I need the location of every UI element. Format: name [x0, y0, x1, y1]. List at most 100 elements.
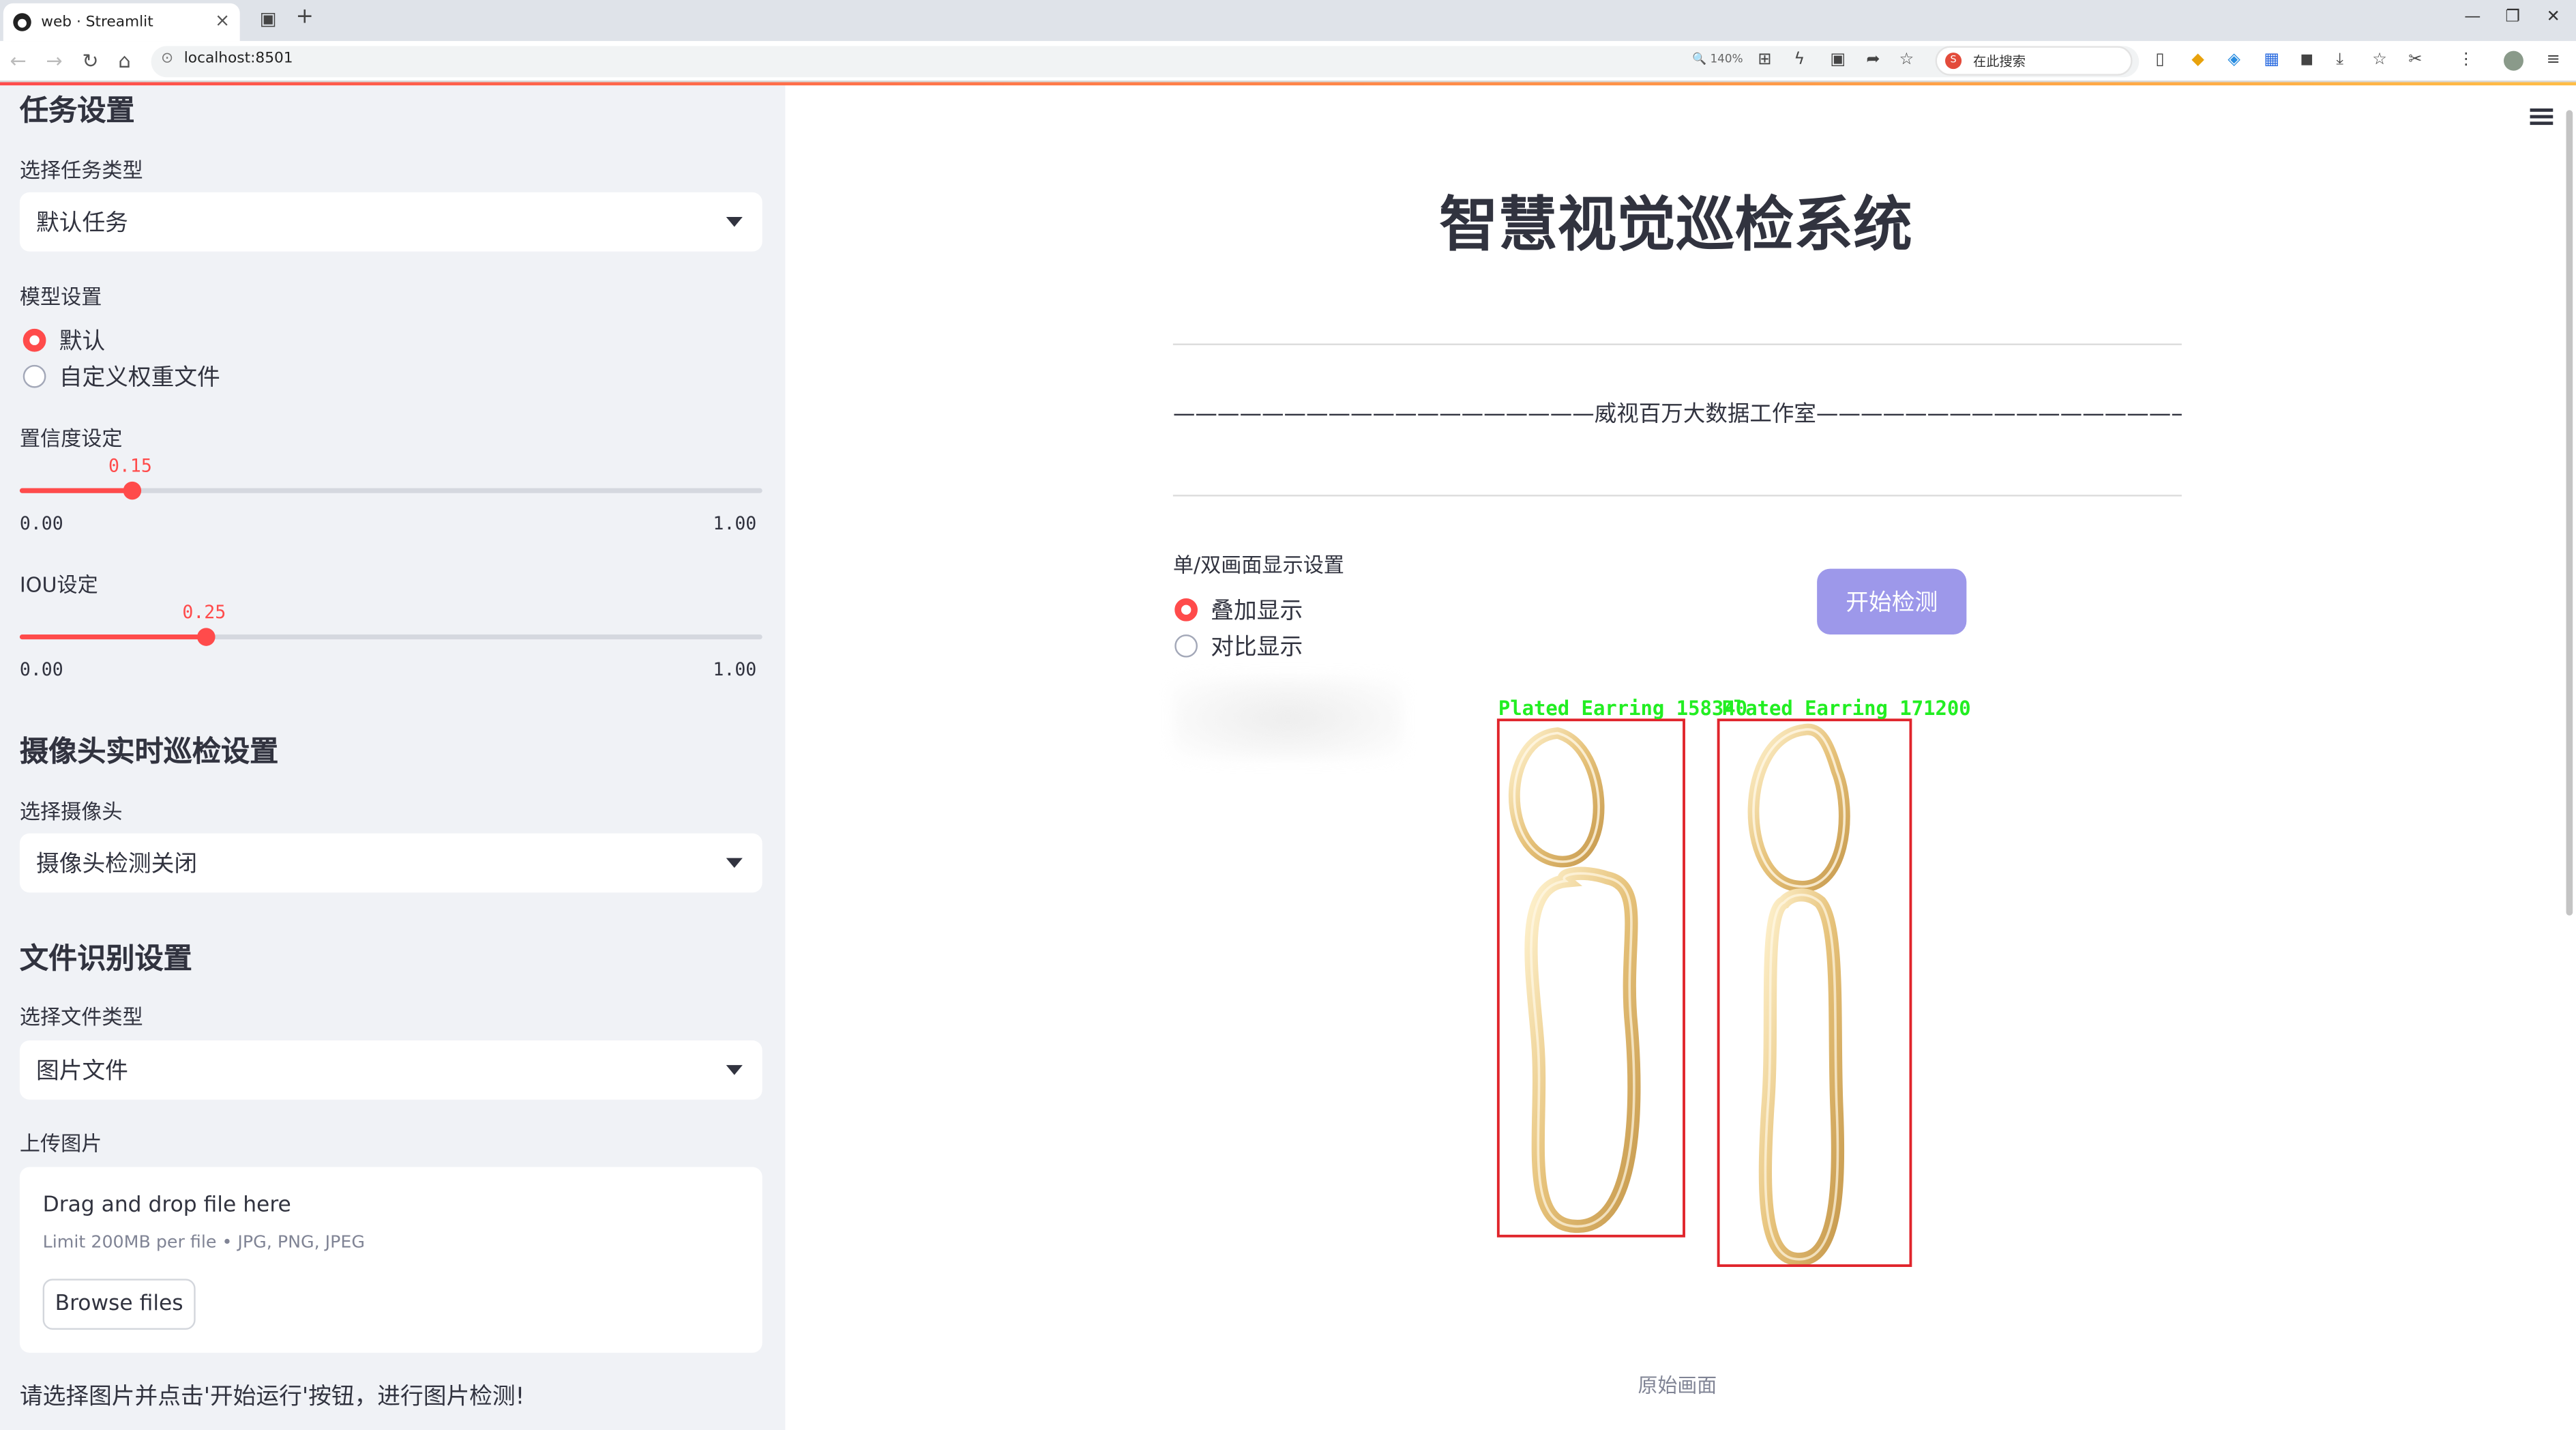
- minimize-icon[interactable]: —: [2464, 8, 2481, 27]
- display-option-compare[interactable]: 对比显示: [1174, 630, 1303, 662]
- earring-right: [1747, 723, 1850, 1266]
- divider: [1172, 495, 2182, 497]
- task-type-label: 选择任务类型: [19, 158, 143, 183]
- iou-max: 1.00: [713, 659, 757, 681]
- scrollbar[interactable]: [2566, 110, 2573, 916]
- profile-avatar[interactable]: [2504, 50, 2523, 71]
- restore-icon[interactable]: ❐: [2505, 8, 2520, 27]
- more-menu-icon[interactable]: ⋮: [2458, 51, 2474, 70]
- detection-label: Plated Earring 171200: [1721, 697, 1970, 720]
- detection-label: Plated Earring 158340: [1498, 697, 1747, 720]
- slider-handle[interactable]: [123, 481, 142, 500]
- upload-label: 上传图片: [19, 1130, 102, 1156]
- task-type-value: 默认任务: [35, 210, 128, 237]
- back-icon[interactable]: ←: [10, 49, 26, 72]
- site-info-icon[interactable]: ⊙: [161, 51, 173, 68]
- share-icon[interactable]: ➦: [1866, 51, 1880, 70]
- iou-label: IOU设定: [19, 572, 98, 597]
- slider-handle[interactable]: [197, 628, 216, 646]
- detection-image: Plated Earring 158340 Plated Earring 171…: [1496, 697, 1971, 1268]
- sidebar-hint: 请选择图片并点击'开始运行'按钮，进行图片检测!: [19, 1384, 525, 1411]
- browse-files-button[interactable]: Browse files: [42, 1279, 196, 1330]
- phone-icon[interactable]: ▯: [2155, 51, 2164, 70]
- zoom-level[interactable]: 🔍 140%: [1692, 53, 1743, 65]
- display-mode-label: 单/双画面显示设置: [1172, 552, 1344, 577]
- extension-icon[interactable]: ◆: [2191, 51, 2204, 70]
- bookmark-star-icon[interactable]: ☆: [1899, 51, 1914, 70]
- address-bar[interactable]: ⊙ localhost:8501 🔍 140% ⊞ ϟ ▣ ➦ ☆: [151, 46, 2140, 78]
- file-section-title: 文件识别设置: [19, 943, 192, 977]
- display-option-label: 对比显示: [1211, 634, 1303, 661]
- browser-tab[interactable]: ● web · Streamlit ×: [3, 3, 240, 42]
- extension-icon[interactable]: ◈: [2227, 51, 2240, 70]
- camera-section-title: 摄像头实时巡检设置: [19, 736, 279, 770]
- lightning-icon[interactable]: ϟ: [1794, 51, 1805, 70]
- browser-menu-icon[interactable]: ≡: [2547, 51, 2560, 70]
- divider: [1172, 343, 2182, 345]
- confidence-min: 0.00: [19, 512, 63, 534]
- sidebar: 任务设置 选择任务类型 默认任务 模型设置 默认 自定义权重文件 置信度设定 0…: [0, 85, 786, 1430]
- radio-selected-icon: [1174, 598, 1198, 622]
- dropzone-title: Drag and drop file here: [42, 1193, 291, 1219]
- slider-fill: [19, 634, 206, 640]
- search-engine-icon: S: [1945, 53, 1962, 70]
- camera-value: 摄像头检测关闭: [35, 851, 198, 878]
- close-tab-icon[interactable]: ×: [215, 10, 230, 31]
- earring-left: [1509, 727, 1641, 1233]
- extension-icon[interactable]: ▦: [2264, 51, 2279, 70]
- detection-box: [1717, 718, 1912, 1268]
- file-type-label: 选择文件类型: [19, 1004, 143, 1030]
- iou-slider[interactable]: [19, 628, 763, 646]
- home-icon[interactable]: ⌂: [118, 49, 130, 72]
- confidence-value: 0.15: [108, 455, 152, 477]
- new-tab-icon[interactable]: +: [296, 5, 314, 29]
- display-option-overlay[interactable]: 叠加显示: [1174, 594, 1303, 626]
- blurred-overlay: [1172, 677, 1404, 760]
- model-option-custom[interactable]: 自定义权重文件: [23, 360, 220, 393]
- streamlit-favicon-icon: ●: [13, 13, 31, 31]
- url-text: localhost:8501: [183, 50, 293, 68]
- chevron-down-icon: [726, 217, 743, 227]
- image-caption: 原始画面: [1638, 1374, 1717, 1397]
- model-option-label: 默认: [59, 328, 106, 355]
- close-window-icon[interactable]: ✕: [2547, 8, 2560, 27]
- screenshot-icon[interactable]: ▣: [1830, 51, 1846, 70]
- model-label: 模型设置: [19, 284, 102, 309]
- search-placeholder: 在此搜索: [1972, 54, 2026, 70]
- extension-icon[interactable]: ◼: [2300, 51, 2313, 70]
- display-option-label: 叠加显示: [1211, 598, 1303, 625]
- model-option-default[interactable]: 默认: [23, 324, 105, 357]
- confidence-slider[interactable]: [19, 481, 763, 500]
- favorites-icon[interactable]: ☆: [2372, 51, 2387, 70]
- page-title: 智慧视觉巡检系统: [1439, 192, 1912, 260]
- main-content: 智慧视觉巡检系统 ———————————————————威视百万大数据工作室——…: [785, 85, 2576, 1430]
- tab-title: web · Streamlit: [41, 14, 153, 31]
- iou-min: 0.00: [19, 659, 63, 681]
- chevron-down-icon: [726, 1065, 743, 1075]
- model-option-label: 自定义权重文件: [59, 364, 220, 392]
- file-dropzone[interactable]: Drag and drop file here Limit 200MB per …: [19, 1167, 763, 1353]
- slider-fill: [19, 488, 132, 493]
- browser-tab-bar: ● web · Streamlit × ▣ + — ❐ ✕: [0, 0, 2576, 42]
- radio-unselected-icon: [1174, 634, 1198, 658]
- translate-icon[interactable]: ⊞: [1758, 51, 1771, 70]
- camera-select[interactable]: 摄像头检测关闭: [19, 833, 763, 893]
- reload-icon[interactable]: ↻: [82, 49, 98, 72]
- tab-groups-icon[interactable]: ▣: [260, 8, 277, 29]
- radio-unselected-icon: [23, 364, 46, 388]
- scissors-icon[interactable]: ✂: [2408, 51, 2422, 70]
- start-detection-button[interactable]: 开始检测: [1817, 568, 1967, 634]
- task-type-select[interactable]: 默认任务: [19, 192, 763, 252]
- file-type-value: 图片文件: [35, 1058, 128, 1085]
- radio-selected-icon: [23, 328, 46, 352]
- browser-toolbar: ← → ↻ ⌂ ⊙ localhost:8501 🔍 140% ⊞ ϟ ▣ ➦ …: [0, 41, 2576, 83]
- task-section-title: 任务设置: [19, 95, 135, 128]
- search-box[interactable]: S 在此搜索: [1935, 46, 2133, 76]
- file-type-select[interactable]: 图片文件: [19, 1040, 763, 1100]
- chevron-down-icon: [726, 858, 743, 869]
- download-icon[interactable]: ⤓: [2336, 51, 2343, 70]
- hamburger-menu-icon[interactable]: [2530, 108, 2553, 126]
- camera-label: 选择摄像头: [19, 798, 123, 824]
- forward-icon[interactable]: →: [46, 49, 62, 72]
- dropzone-limit: Limit 200MB per file • JPG, PNG, JPEG: [42, 1232, 365, 1253]
